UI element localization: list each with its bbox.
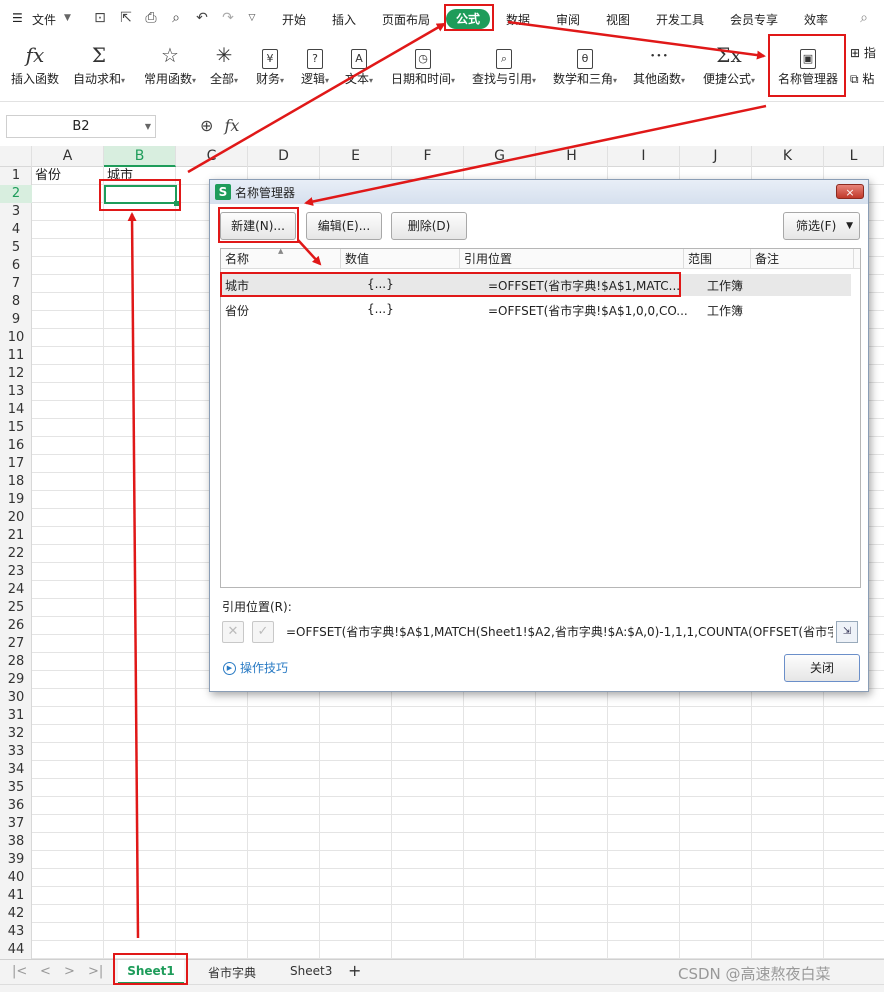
arrow-to-city-row — [297, 239, 322, 266]
annotation-arrows — [127, 20, 767, 939]
arrow-to-formula-tab — [187, 22, 446, 174]
arrow-to-name-manager — [507, 20, 766, 60]
arrow-to-cell-b2 — [127, 212, 140, 939]
arrow-to-new-button — [304, 104, 767, 206]
